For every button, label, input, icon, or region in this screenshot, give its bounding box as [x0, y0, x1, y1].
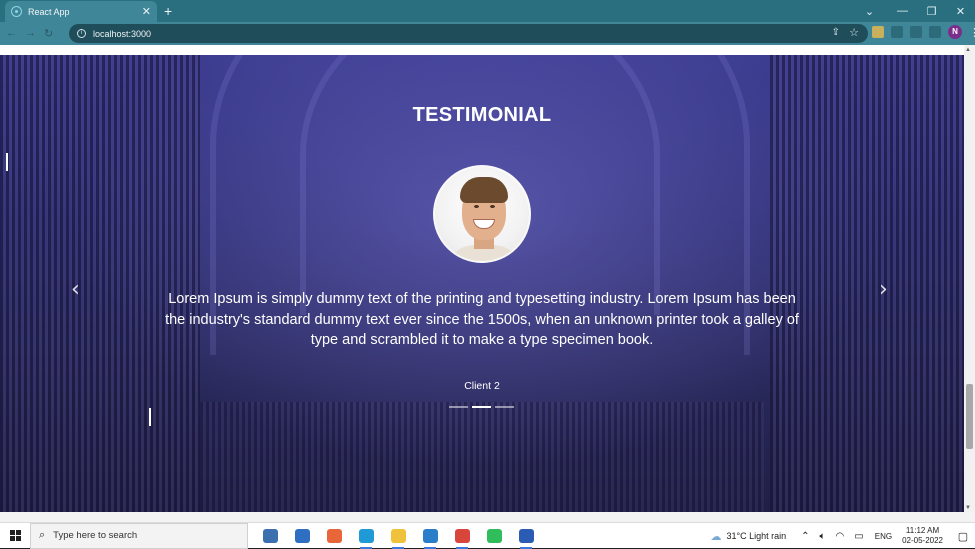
scroll-down-arrow-icon[interactable]: ▼ [965, 505, 971, 511]
browser-menu-icon[interactable]: ⋮ [969, 26, 975, 39]
taskbar-app-word[interactable] [512, 523, 540, 549]
text-cursor-mark [6, 153, 8, 171]
close-window-button[interactable]: ✕ [946, 5, 975, 18]
system-tray: ☁ 31°C Light rain ⌃ 🔈︎ ◠ ▭ ENG 11:12 AM … [711, 523, 975, 549]
text-cursor-mark [149, 408, 151, 426]
bookmark-star-icon[interactable]: ☆ [849, 26, 859, 39]
restore-button[interactable]: ❐ [917, 5, 946, 18]
site-info-icon[interactable]: i [77, 29, 86, 38]
tab-close-icon[interactable]: ✕ [142, 5, 151, 18]
nav-buttons: ← → ↻ [6, 27, 66, 40]
carousel-prev-icon[interactable]: ‹ [71, 277, 80, 302]
taskbar-app-mail[interactable] [288, 523, 316, 549]
testimonial-section: TESTIMONIAL Lorem Ipsum is simply dummy … [0, 55, 964, 512]
weather-widget[interactable]: ☁ 31°C Light rain [711, 530, 787, 543]
browser-toolbar: ← → ↻ i localhost:3000 ⇪ ☆ N ⋮ [0, 22, 975, 45]
weather-text: 31°C Light rain [726, 531, 787, 541]
browser-tab[interactable]: React App ✕ [5, 1, 157, 22]
url-text[interactable]: localhost:3000 [93, 29, 151, 39]
side-panel-icon[interactable] [929, 26, 941, 38]
carousel-indicator[interactable] [449, 406, 468, 408]
taskbar-app-firefox[interactable] [320, 523, 348, 549]
toolbar-extensions: N ⋮ [872, 25, 975, 39]
chrome-icon [454, 528, 470, 543]
clock[interactable]: 11:12 AM 02-05-2022 [902, 526, 943, 546]
window-controls: ⌄ — ❐ ✕ [855, 0, 975, 22]
scroll-thumb[interactable] [966, 384, 973, 449]
rain-cloud-icon: ☁ [710, 530, 722, 543]
windows-taskbar: ⌕ Type here to search ☁ 31°C Light rain … [0, 522, 975, 549]
tab-title: React App [28, 6, 70, 17]
profile-avatar[interactable]: N [948, 25, 962, 39]
share-icon[interactable]: ⇪ [832, 27, 840, 38]
reload-icon[interactable]: ↻ [44, 27, 53, 40]
forward-arrow-icon[interactable]: → [25, 27, 36, 40]
notification-icon[interactable]: ▢ [951, 530, 975, 543]
taskbar-search[interactable]: ⌕ Type here to search [30, 522, 248, 549]
testimonial-quote: Lorem Ipsum is simply dummy text of the … [165, 291, 799, 348]
scroll-up-arrow-icon[interactable]: ▲ [965, 47, 971, 53]
battery-icon[interactable]: ▭ [854, 531, 863, 542]
background-bookshelf [200, 402, 764, 512]
extension-icon[interactable] [891, 26, 903, 38]
client-avatar [433, 165, 531, 263]
taskbar-app-whatsapp[interactable] [480, 523, 508, 549]
word-icon [518, 528, 534, 543]
address-bar[interactable]: i localhost:3000 ⇪ ☆ [69, 24, 868, 43]
section-heading: TESTIMONIAL [412, 104, 552, 126]
search-icon: ⌕ [39, 529, 46, 541]
language-indicator[interactable]: ENG [875, 532, 892, 541]
back-arrow-icon[interactable]: ← [6, 27, 17, 40]
browser-tabstrip: React App ✕ + ⌄ — ❐ ✕ [0, 0, 975, 22]
carousel-indicator[interactable] [495, 406, 514, 408]
windows-logo-icon [9, 530, 21, 541]
chevron-up-icon[interactable]: ⌃ [801, 531, 809, 542]
taskbar-app-file-explorer[interactable] [384, 523, 412, 549]
clock-date: 02-05-2022 [902, 536, 943, 545]
firefox-icon [326, 528, 342, 543]
wifi-icon[interactable]: ◠ [836, 531, 845, 542]
mail-icon [294, 528, 310, 543]
taskbar-app-edge[interactable] [352, 523, 380, 549]
taskbar-app-vscode[interactable] [416, 523, 444, 549]
start-button[interactable] [0, 523, 30, 549]
page-scrollbar[interactable]: ▲ ▼ [964, 45, 975, 512]
edge-icon [358, 528, 374, 543]
carousel-indicators [449, 406, 514, 408]
vscode-icon [422, 528, 438, 543]
file-explorer-icon [390, 528, 406, 543]
task-view-icon [262, 528, 278, 543]
search-placeholder: Type here to search [53, 530, 138, 541]
extension-icon[interactable] [872, 26, 884, 38]
taskbar-app-chrome[interactable] [448, 523, 476, 549]
taskbar-apps [256, 523, 540, 549]
clock-time: 11:12 AM [905, 526, 940, 535]
page-bottom-strip [0, 512, 975, 522]
volume-icon[interactable]: 🔈︎ [820, 531, 826, 542]
carousel-next-icon[interactable]: › [879, 277, 888, 302]
react-favicon-icon [11, 6, 22, 17]
taskbar-app-task-view[interactable] [256, 523, 284, 549]
client-name: Client 2 [464, 380, 500, 392]
page-top-strip [0, 45, 975, 55]
minimize-button[interactable]: — [888, 5, 917, 17]
whatsapp-icon [486, 528, 502, 543]
carousel-indicator[interactable] [472, 406, 491, 408]
tab-search-button[interactable]: ⌄ [855, 5, 884, 18]
new-tab-button[interactable]: + [164, 2, 172, 20]
extension-icon[interactable] [910, 26, 922, 38]
